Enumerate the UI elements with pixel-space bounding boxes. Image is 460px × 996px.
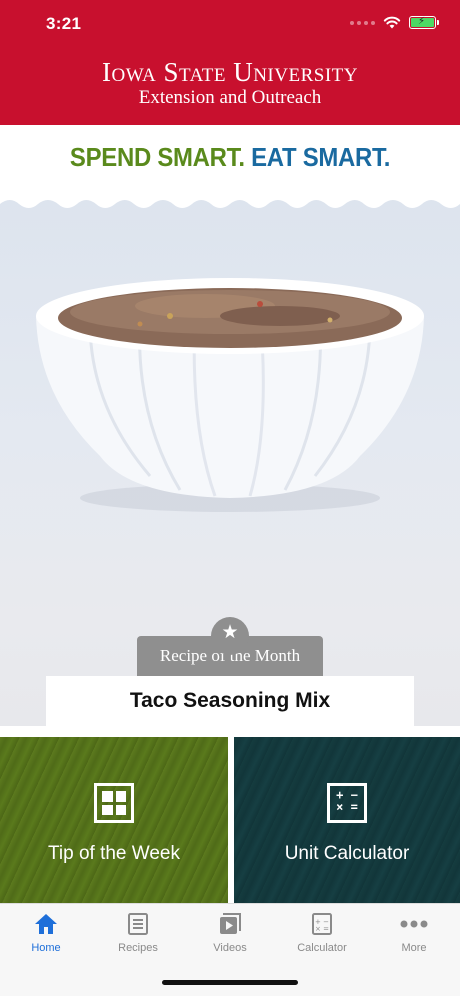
brand-title: Iowa State University — [102, 57, 358, 87]
star-icon: ★ — [211, 617, 249, 655]
tab-more-label: More — [401, 942, 427, 954]
featured-recipe-image[interactable]: Recipe of the Month ★ Taco Seasoning Mix — [0, 196, 460, 726]
tab-videos[interactable]: Videos — [184, 912, 276, 954]
tab-recipes[interactable]: Recipes — [92, 912, 184, 954]
brand-subtitle: Extension and Outreach — [138, 87, 322, 108]
unit-calculator-tile[interactable]: + − × = Unit Calculator — [234, 737, 460, 903]
tip-of-week-tile[interactable]: Tip of the Week — [0, 737, 228, 903]
tagline-spend: SPEND SMART. — [69, 142, 245, 172]
signal-icon — [350, 20, 375, 25]
status-time: 3:21 — [46, 14, 82, 33]
recipes-icon — [128, 913, 148, 935]
home-indicator[interactable] — [162, 980, 298, 985]
spice-bowl-photo — [36, 278, 424, 512]
app-header: 3:21 ⚡ Iowa State University Extension a… — [0, 0, 460, 125]
tab-recipes-label: Recipes — [118, 942, 158, 954]
tab-home[interactable]: Home — [0, 912, 92, 954]
tab-home-label: Home — [31, 942, 61, 954]
wifi-icon — [383, 16, 401, 29]
tip-grid-icon — [94, 783, 134, 823]
svg-text:× =: × = — [315, 925, 329, 933]
wave-divider — [0, 196, 460, 208]
tip-of-week-label: Tip of the Week — [47, 843, 180, 864]
more-icon — [400, 920, 428, 928]
videos-icon — [220, 913, 241, 934]
battery-icon: ⚡ — [409, 16, 439, 29]
calculator-icon: + − × = — [327, 783, 367, 823]
calculator-tab-icon: + − × = — [312, 913, 332, 935]
recipe-title[interactable]: Taco Seasoning Mix — [46, 689, 414, 713]
tab-videos-label: Videos — [213, 942, 247, 954]
tab-calculator[interactable]: + − × = Calculator — [276, 912, 368, 954]
home-icon — [35, 914, 57, 934]
tab-more[interactable]: More — [368, 912, 460, 954]
tab-calculator-label: Calculator — [297, 942, 347, 954]
tagline: SPEND SMART. EAT SMART. — [18, 142, 441, 173]
status-icons: ⚡ — [350, 16, 439, 29]
tagline-eat: EAT SMART. — [251, 142, 391, 172]
unit-calculator-label: Unit Calculator — [284, 843, 410, 864]
